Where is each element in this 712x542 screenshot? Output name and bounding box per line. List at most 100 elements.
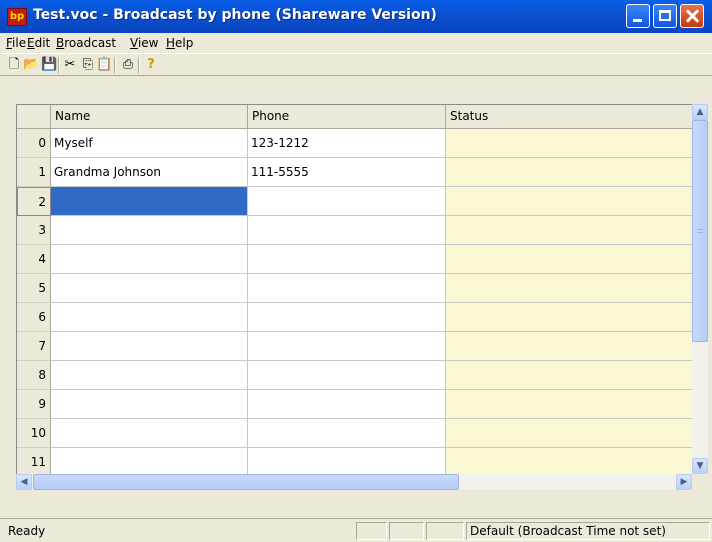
row-header[interactable]: 8 (17, 361, 51, 390)
row-header[interactable]: 3 (17, 216, 51, 245)
menu-help-mnemonic: H (166, 36, 176, 50)
status-panel (389, 522, 424, 540)
cell-name[interactable] (51, 361, 248, 390)
cell-status[interactable] (446, 158, 693, 187)
status-bar: Ready Default (Broadcast Time not set) (0, 518, 712, 542)
row-header[interactable]: 1 (17, 158, 51, 187)
horizontal-scroll-thumb[interactable] (33, 474, 459, 490)
cell-name[interactable] (51, 390, 248, 419)
copy-icon[interactable]: ⎘ (80, 57, 96, 73)
menu-file-label: ile (12, 36, 27, 50)
menu-file[interactable]: File (6, 36, 26, 50)
column-header-phone[interactable]: Phone (248, 105, 446, 129)
thumb-grip-icon (697, 232, 703, 233)
title-bar[interactable]: bp Test.voc - Broadcast by phone (Sharew… (0, 0, 712, 33)
menu-broadcast-mnemonic: B (56, 36, 65, 50)
cell-name[interactable] (51, 332, 248, 361)
row-header[interactable]: 4 (17, 245, 51, 274)
menu-view-mnemonic: V (130, 36, 138, 50)
cell-status[interactable] (446, 216, 693, 245)
menu-edit-label: dit (34, 36, 51, 50)
row-header[interactable]: 2 (17, 187, 51, 216)
menu-edit[interactable]: Edit (27, 36, 50, 50)
cell-phone[interactable] (248, 274, 446, 303)
row-header[interactable]: 0 (17, 129, 51, 158)
scroll-up-icon[interactable]: ▲ (692, 104, 708, 120)
close-button[interactable] (680, 4, 704, 28)
print-icon[interactable]: ⎙ (120, 57, 136, 73)
cell-name[interactable] (51, 216, 248, 245)
cell-status[interactable] (446, 303, 693, 332)
cell-status[interactable] (446, 129, 693, 158)
cell-name[interactable]: Myself (51, 129, 248, 158)
toolbar-separator (138, 57, 140, 73)
row-header[interactable]: 10 (17, 419, 51, 448)
column-header-name[interactable]: Name (51, 105, 248, 129)
scrollbar-corner (692, 474, 708, 490)
cell-status[interactable] (446, 187, 693, 216)
cell-status[interactable] (446, 245, 693, 274)
cell-name[interactable]: Grandma Johnson (51, 158, 248, 187)
toolbar-separator (58, 57, 60, 73)
new-icon[interactable]: 🗋 (6, 57, 22, 73)
row-header[interactable]: 7 (17, 332, 51, 361)
cell-name[interactable] (51, 448, 248, 475)
menu-view-label: iew (137, 36, 159, 50)
row-header[interactable]: 11 (17, 448, 51, 475)
menu-help[interactable]: Help (166, 36, 193, 50)
vertical-scroll-thumb[interactable] (692, 120, 708, 342)
contacts-grid[interactable]: Name Phone Status 0 Myself 123-1212 1 Grandm… (16, 104, 693, 475)
cell-status[interactable] (446, 390, 693, 419)
cell-phone[interactable] (248, 187, 446, 216)
cell-name[interactable] (51, 303, 248, 332)
cell-phone[interactable] (248, 216, 446, 245)
menu-bar: File Edit Broadcast View Help (0, 33, 712, 53)
status-panel (356, 522, 387, 540)
maximize-button[interactable] (653, 4, 677, 28)
help-icon[interactable]: ? (143, 57, 159, 73)
cell-phone[interactable]: 123-1212 (248, 129, 446, 158)
status-ready: Ready (8, 524, 46, 538)
menu-broadcast-label: roadcast (64, 36, 117, 50)
minimize-button[interactable] (626, 4, 650, 28)
row-header[interactable]: 6 (17, 303, 51, 332)
grid-corner-header (17, 105, 51, 129)
menu-broadcast[interactable]: Broadcast (56, 36, 116, 50)
scroll-right-icon[interactable]: ▶ (676, 474, 692, 490)
save-icon[interactable]: 💾 (41, 57, 57, 73)
cell-status[interactable] (446, 361, 693, 390)
cell-status[interactable] (446, 448, 693, 475)
window-title: Test.voc - Broadcast by phone (Shareware… (33, 7, 437, 23)
menu-edit-mnemonic: E (27, 36, 35, 50)
status-panel (426, 522, 464, 540)
scroll-down-icon[interactable]: ▼ (692, 458, 708, 474)
cell-name[interactable] (51, 187, 248, 216)
column-header-status[interactable]: Status (446, 105, 693, 129)
cell-phone[interactable] (248, 245, 446, 274)
paste-icon[interactable]: 📋 (96, 57, 112, 73)
scroll-left-icon[interactable]: ◀ (16, 474, 32, 490)
cell-phone[interactable] (248, 448, 446, 475)
toolbar: 🗋 📂 💾 ✂ ⎘ 📋 ⎙ ? (0, 53, 712, 76)
cell-status[interactable] (446, 332, 693, 361)
toolbar-separator (114, 57, 116, 73)
cell-name[interactable] (51, 245, 248, 274)
cell-phone[interactable] (248, 332, 446, 361)
row-header[interactable]: 5 (17, 274, 51, 303)
open-icon[interactable]: 📂 (23, 57, 39, 73)
cell-phone[interactable] (248, 361, 446, 390)
menu-help-label: elp (175, 36, 194, 50)
row-header[interactable]: 9 (17, 390, 51, 419)
cell-status[interactable] (446, 274, 693, 303)
cell-status[interactable] (446, 419, 693, 448)
cell-name[interactable] (51, 419, 248, 448)
cell-phone[interactable]: 111-5555 (248, 158, 446, 187)
app-icon[interactable]: bp (7, 8, 27, 26)
cell-phone[interactable] (248, 303, 446, 332)
cell-phone[interactable] (248, 419, 446, 448)
cut-icon[interactable]: ✂ (62, 57, 78, 73)
status-broadcast: Default (Broadcast Time not set) (470, 524, 666, 538)
menu-view[interactable]: View (130, 36, 158, 50)
cell-phone[interactable] (248, 390, 446, 419)
cell-name[interactable] (51, 274, 248, 303)
